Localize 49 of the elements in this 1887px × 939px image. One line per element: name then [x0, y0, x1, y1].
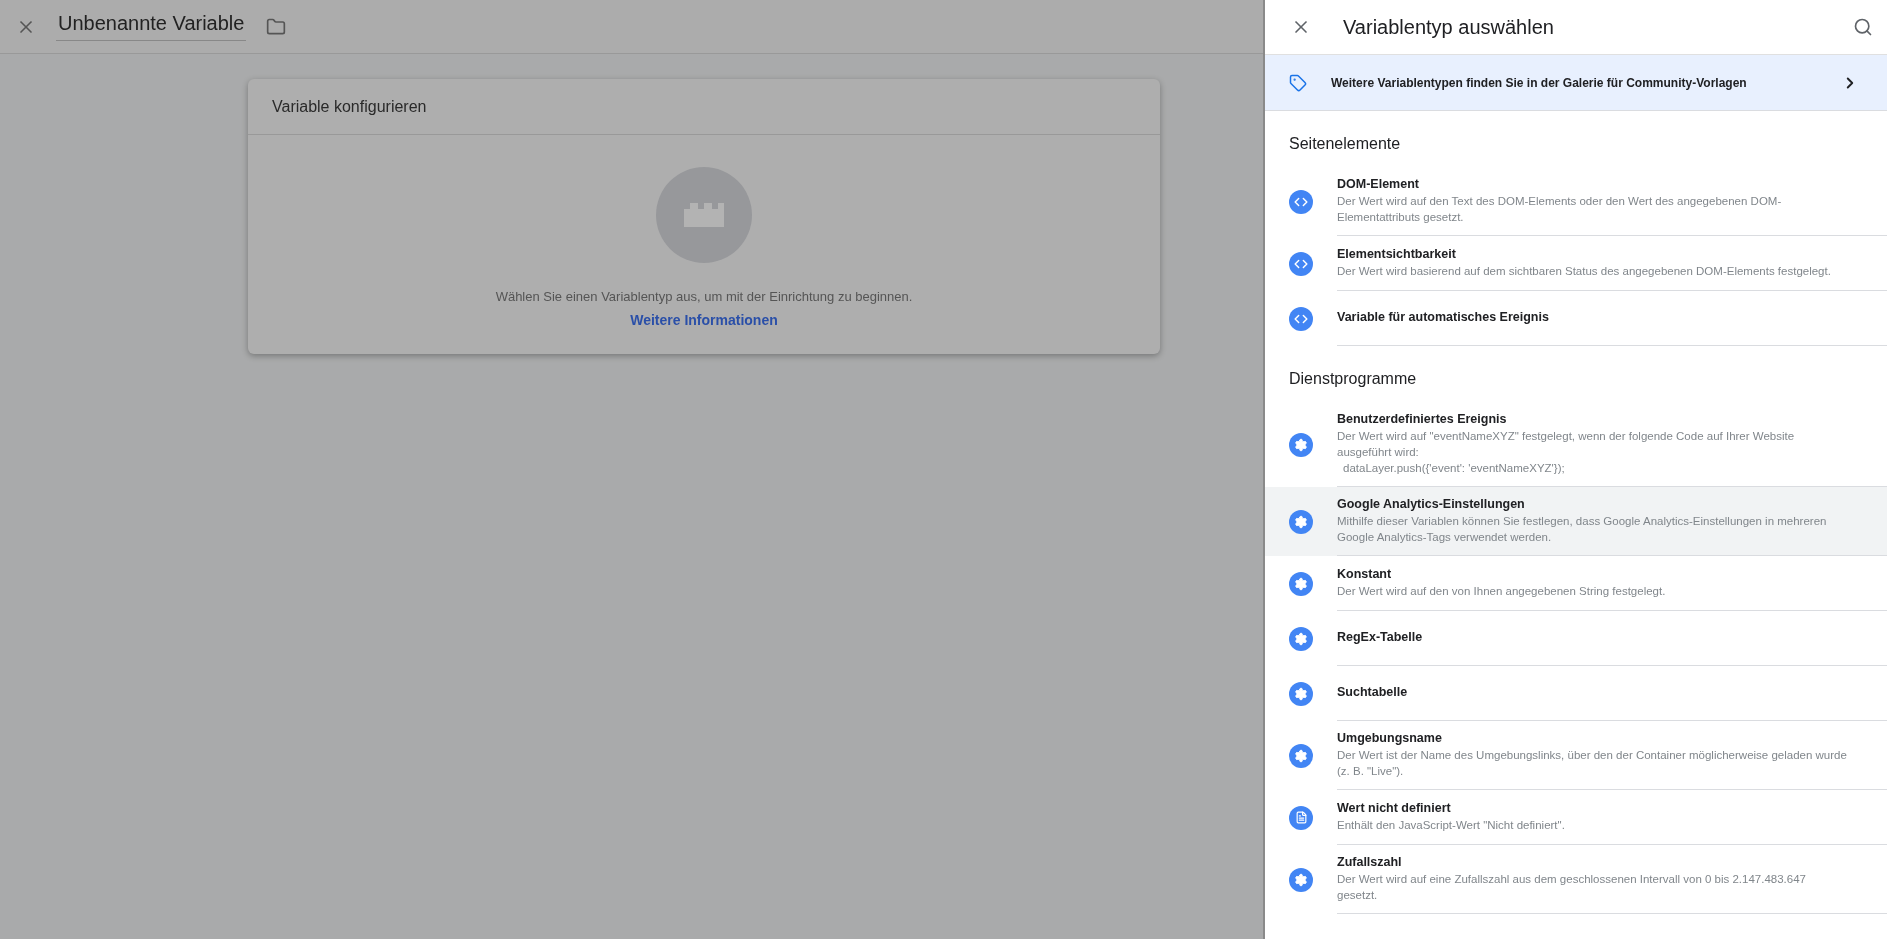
item-title: Variable für automatisches Ereignis	[1337, 309, 1550, 326]
item-description: Mithilfe dieser Variablen können Sie festlegen, dass Google Analytics-Einstellungen in mehreren Google Analytics-Tags verwendet werden.	[1337, 514, 1828, 545]
variable-type-item[interactable]: Elementsichtbarkeit Der Wert wird basierend auf dem sichtbaren Status des angegebenen DOM-Elements festgelegt.	[1265, 236, 1887, 291]
item-title: Wert nicht definiert	[1337, 800, 1452, 817]
section-heading: Seitenelemente	[1288, 134, 1402, 154]
variable-type-item[interactable]: Zufallszahl Der Wert wird auf eine Zufallszahl aus dem geschlossenen Intervall von 0 bis 2.147.483.647 gesetzt.	[1265, 845, 1887, 914]
folder-button[interactable]	[266, 16, 287, 37]
item-description: Der Wert wird auf den von Ihnen angegebenen String festgelegt.	[1337, 584, 1667, 599]
gear-icon	[1294, 872, 1308, 887]
variable-type-item[interactable]: Suchtabelle	[1265, 666, 1887, 721]
gear-icon	[1294, 748, 1308, 763]
item-description: Der Wert wird basierend auf dem sichtbaren Status des angegebenen DOM-Elements festgelegt.	[1337, 264, 1832, 279]
item-description: Der Wert wird auf eine Zufallszahl aus dem geschlossenen Intervall von 0 bis 2.147.483.647 gesetzt.	[1337, 872, 1807, 903]
card-title: Variable konfigurieren	[272, 97, 427, 116]
gallery-banner[interactable]: Weitere Variablentypen finden Sie in der Galerie für Community-Vorlagen	[1265, 55, 1887, 111]
brick-icon	[684, 203, 724, 227]
variable-type-item[interactable]: RegEx-Tabelle	[1265, 611, 1887, 666]
item-title: Benutzerdefiniertes Ereignis	[1337, 411, 1508, 428]
variable-type-item[interactable]: Variable für automatisches Ereignis	[1265, 291, 1887, 346]
item-title: Elementsichtbarkeit	[1337, 246, 1457, 263]
panel-title: Variablentyp auswählen	[1343, 15, 1555, 39]
gear-icon	[1294, 576, 1308, 591]
item-description: Der Wert ist der Name des Umgebungslinks, über den der Container möglicherweise geladen wurde (z. B. "Live").	[1337, 748, 1847, 779]
variable-type-item[interactable]: Konstant Der Wert wird auf den von Ihnen angegebenen String festgelegt.	[1265, 556, 1887, 611]
item-description: Der Wert wird auf "eventNameXYZ" festgelegt, wenn der folgende Code auf Ihrer Website ausgeführt wird:	[1337, 429, 1796, 460]
search-button[interactable]	[1853, 17, 1873, 37]
item-title: Umgebungsname	[1337, 730, 1443, 747]
variable-type-item[interactable]: DOM-Element Der Wert wird auf den Text des DOM-Elements oder den Wert des angegebenen DOM-Elementattributs gesetzt.	[1265, 167, 1887, 236]
item-title: Google Analytics-Einstellungen	[1337, 496, 1526, 513]
empty-message: Wählen Sie einen Variablentyp aus, um mit der Einrichtung zu beginnen.	[495, 289, 913, 304]
variable-type-item[interactable]: Wert nicht definiert Enthält den JavaScript-Wert "Nicht definiert".	[1265, 790, 1887, 845]
item-description: Der Wert wird auf den Text des DOM-Elements oder den Wert des angegebenen DOM-Elementattributs gesetzt.	[1337, 194, 1783, 225]
gear-icon	[1294, 437, 1308, 452]
item-title: Zufallszahl	[1337, 854, 1403, 871]
gear-icon	[1294, 631, 1308, 646]
code-snippet: dataLayer.push({'event': 'eventNameXYZ'});	[1342, 461, 1566, 476]
item-title: Konstant	[1337, 566, 1393, 583]
variable-type-item[interactable]: Google Analytics-Einstellungen Mithilfe dieser Variablen können Sie festlegen, dass Google Analytics-Einstellungen in mehreren Google Analytics-Tags verwendet werden.	[1265, 487, 1887, 556]
item-description: Enthält den JavaScript-Wert "Nicht definiert".	[1337, 818, 1566, 833]
item-title: DOM-Element	[1337, 176, 1420, 193]
section-heading: Dienstprogramme	[1288, 369, 1418, 389]
variable-type-item[interactable]: Umgebungsname Der Wert ist der Name des Umgebungslinks, über den der Container möglicherweise geladen wurde (z. B. "Live").	[1265, 721, 1887, 790]
gear-icon	[1294, 686, 1308, 701]
item-title: RegEx-Tabelle	[1337, 629, 1424, 646]
variable-name[interactable]: Unbenannte Variable	[56, 12, 247, 41]
tag-icon	[1289, 73, 1307, 92]
item-title: Suchtabelle	[1337, 684, 1409, 701]
document-icon	[1294, 811, 1308, 824]
gear-icon	[1294, 514, 1308, 529]
